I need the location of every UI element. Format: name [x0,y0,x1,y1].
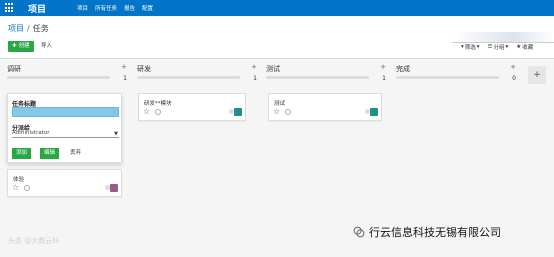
search-input[interactable] [452,32,554,43]
kanban-column-research: 调研 + 1 [7,60,127,82]
breadcrumb-separator: / [27,24,30,33]
column-count: 1 [382,75,386,82]
clock-icon[interactable] [155,109,161,115]
watermark-right: 行云信息科技无锡有限公司 [352,224,501,240]
kanban-column-development: 研发 + 1 [137,60,257,82]
groupby-dropdown[interactable]: ☰ 分组 ▾ [488,43,509,51]
task-title-input[interactable] [12,107,119,117]
menu-item-reports[interactable]: 报告 [124,4,135,12]
menu-item-configuration[interactable]: 配置 [142,4,153,12]
menu-item-all-tasks[interactable]: 所有任务 [95,4,117,12]
kanban-card[interactable]: 研发**模块 ☆ [138,93,246,121]
column-title: 研发 [137,65,151,73]
add-column-button[interactable]: + [528,66,546,84]
column-add-icon[interactable]: + [251,63,257,71]
caret-down-icon: ▾ [505,44,509,50]
assigned-to-select[interactable]: Administrator ▼ [12,130,119,138]
kanban-card[interactable]: 测试 ☆ [268,93,382,121]
assigned-to-value: Administrator [12,130,50,136]
groupby-icon: ☰ [487,44,493,50]
filter-dropdown[interactable]: ▾ 筛选 ▾ [461,43,480,51]
column-count: 0 [512,75,516,82]
column-count: 1 [253,75,257,82]
card-title: 研发**模块 [144,101,172,107]
column-progress-bar [266,76,369,79]
star-icon[interactable]: ☆ [12,184,19,192]
column-progress-bar [7,76,110,79]
column-title: 完成 [396,65,410,73]
app-title: 项目 [28,5,47,15]
column-header: 完成 + [396,60,516,73]
column-add-icon[interactable]: + [121,63,127,71]
favorites-dropdown[interactable]: ★ 收藏 [516,43,533,51]
caret-down-icon: ▼ [114,131,118,137]
column-title: 测试 [266,65,280,73]
watermark-left: 头条 @大数云科 [8,237,60,245]
caret-down-icon: ▾ [476,44,480,50]
top-navbar: 项目 项目 所有任务 报告 配置 [0,0,554,16]
column-header: 调研 + [7,60,127,73]
apps-menu-icon[interactable] [5,3,15,13]
column-progress-bar [396,76,499,79]
avatar [370,108,378,116]
control-panel: 项目 / 任务 ✚ 创建 导入 ▾ 筛选 ▾ ☰ 分组 ▾ ★ 收藏 [0,16,554,59]
card-title: 测试 [274,101,286,107]
card-title: 体验 [13,177,25,183]
breadcrumb-projects-link[interactable]: 项目 [8,24,24,33]
star-icon[interactable]: ☆ [143,108,150,116]
column-add-icon[interactable]: + [380,63,386,71]
avatar [234,108,242,116]
quick-create-form: 任务标题 分派给 Administrator ▼ 添加 编辑 丢弃 [7,93,122,163]
column-progress-bar [137,76,240,79]
clock-icon[interactable] [24,185,30,191]
column-header: 测试 + [266,60,386,73]
menu-item-projects[interactable]: 项目 [77,4,88,12]
top-menu: 项目 所有任务 报告 配置 [77,4,153,12]
breadcrumb: 项目 / 任务 [8,23,49,34]
add-button[interactable]: 添加 [12,148,32,159]
import-button[interactable]: 导入 [41,41,52,52]
kanban-column-done: 完成 + 0 [396,60,516,82]
filter-icon: ▾ [461,44,464,50]
star-icon: ★ [516,44,522,50]
kanban-card[interactable]: 体验 ☆ [7,169,122,197]
breadcrumb-current: 任务 [32,24,49,33]
clock-icon[interactable] [285,109,291,115]
groupby-label: 分组 [493,45,505,51]
column-count: 1 [123,75,127,82]
column-title: 调研 [7,65,21,73]
discard-button[interactable]: 丢弃 [70,148,81,159]
create-button-label: 创建 [18,43,30,49]
filter-label: 筛选 [464,45,476,51]
star-icon[interactable]: ☆ [273,108,280,116]
watermark-company: 行云信息科技无锡有限公司 [369,226,501,239]
kanban-column-testing: 测试 + 1 [266,60,386,82]
wechat-logo-icon [353,226,365,238]
avatar [110,184,118,192]
column-header: 研发 + [137,60,257,73]
edit-button[interactable]: 编辑 [40,148,60,159]
plus-icon: ✚ [12,43,17,49]
column-add-icon[interactable]: + [510,63,516,71]
favorites-label: 收藏 [522,45,534,51]
search-options: ▾ 筛选 ▾ ☰ 分组 ▾ ★ 收藏 [461,43,533,51]
create-button[interactable]: ✚ 创建 [8,41,34,52]
